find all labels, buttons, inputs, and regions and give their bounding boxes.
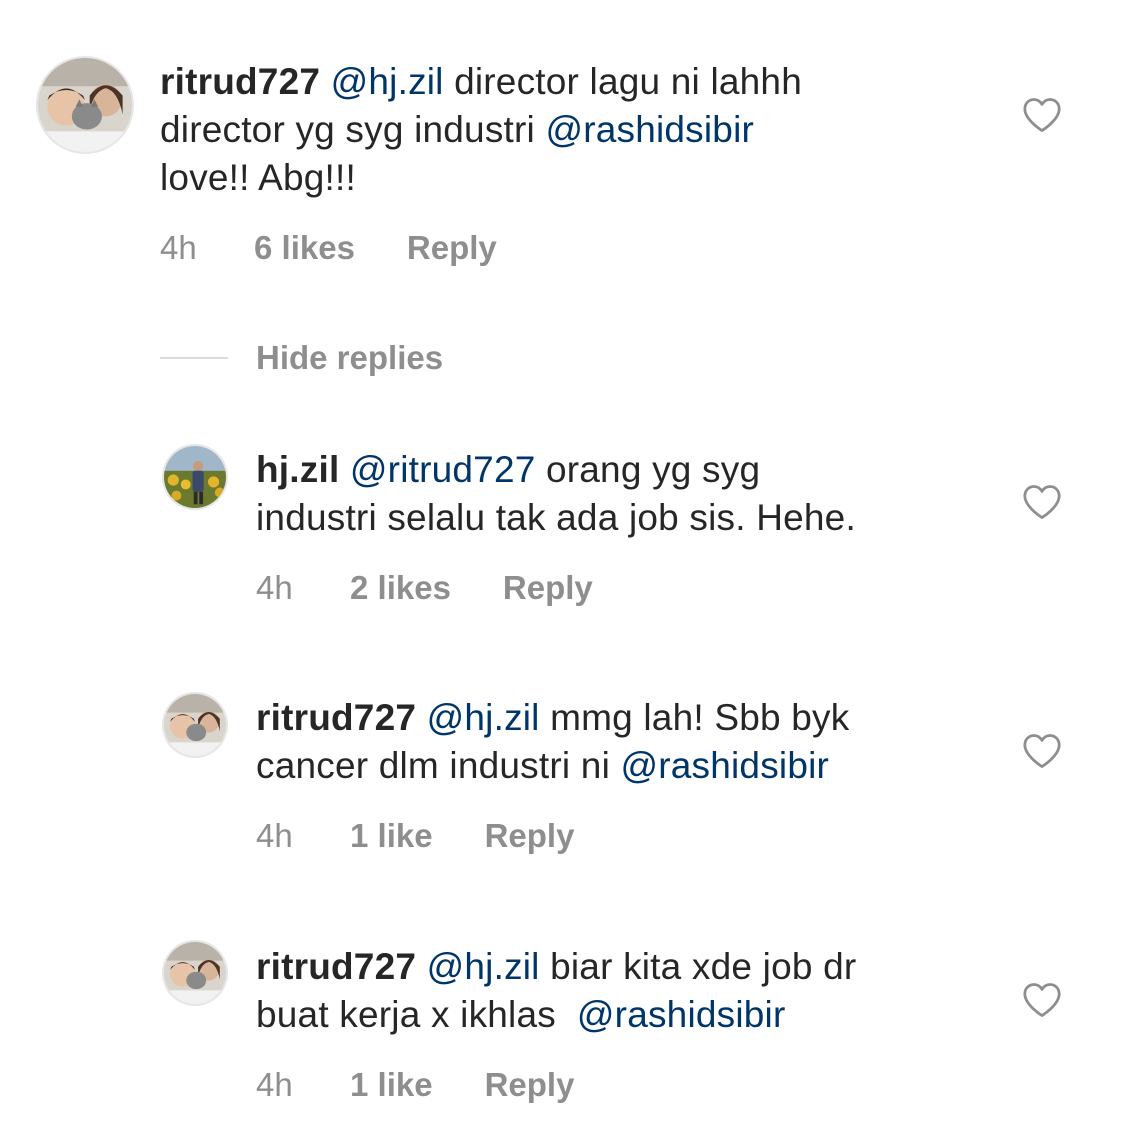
reply-button[interactable]: Reply bbox=[503, 569, 593, 607]
avatar-hj-zil[interactable] bbox=[164, 446, 226, 508]
comment-body: ritrud727 @hj.zil director lagu ni lahhh… bbox=[160, 58, 1020, 202]
comment-likes[interactable]: 2 likes bbox=[350, 569, 451, 607]
reply-button[interactable]: Reply bbox=[485, 1066, 575, 1104]
heart-outline-icon[interactable] bbox=[1022, 733, 1062, 769]
comment-username[interactable]: ritrud727 bbox=[256, 946, 416, 987]
comment-meta: 4h 1 like Reply bbox=[256, 816, 574, 856]
comment-likes[interactable]: 1 like bbox=[350, 817, 433, 855]
comment-body: hj.zil @ritrud727 orang yg syg industri … bbox=[256, 446, 1016, 542]
avatar-man-sunflower-field-image bbox=[164, 446, 226, 508]
comment-body: ritrud727 @hj.zil mmg lah! Sbb byk cance… bbox=[256, 694, 1016, 790]
avatar-kids-with-cat-image bbox=[164, 694, 226, 756]
comment-text: love!! Abg!!! bbox=[160, 157, 356, 198]
comment-body: ritrud727 @hj.zil biar kita xde job dr b… bbox=[256, 943, 1016, 1039]
comment-meta: 4h 2 likes Reply bbox=[256, 568, 593, 608]
avatar-kids-with-cat-image bbox=[164, 942, 226, 1004]
mention-link[interactable]: @hj.zil bbox=[331, 61, 444, 102]
avatar-ritrud727[interactable] bbox=[38, 58, 132, 152]
comment-time: 4h bbox=[256, 569, 293, 606]
heart-outline-icon[interactable] bbox=[1022, 97, 1062, 133]
heart-outline-icon[interactable] bbox=[1022, 982, 1062, 1018]
hide-replies-toggle[interactable]: Hide replies bbox=[160, 336, 443, 380]
hide-replies-divider bbox=[160, 357, 228, 359]
avatar-kids-with-cat-image bbox=[38, 58, 132, 152]
comment-time: 4h bbox=[256, 1066, 293, 1103]
comment-likes[interactable]: 1 like bbox=[350, 1066, 433, 1104]
reply-button[interactable]: Reply bbox=[407, 229, 497, 267]
avatar-ritrud727[interactable] bbox=[164, 942, 226, 1004]
comment-username[interactable]: ritrud727 bbox=[160, 61, 320, 102]
mention-link[interactable]: @ritrud727 bbox=[350, 449, 536, 490]
mention-link[interactable]: @rashidsibir bbox=[545, 109, 754, 150]
comment-username[interactable]: hj.zil bbox=[256, 449, 339, 490]
mention-link[interactable]: @hj.zil bbox=[427, 946, 540, 987]
comment-meta: 4h 6 likes Reply bbox=[160, 228, 497, 268]
mention-link[interactable]: @rashidsibir bbox=[620, 745, 829, 786]
comment-username[interactable]: ritrud727 bbox=[256, 697, 416, 738]
mention-link[interactable]: @hj.zil bbox=[427, 697, 540, 738]
comment-time: 4h bbox=[160, 229, 197, 266]
reply-button[interactable]: Reply bbox=[485, 817, 575, 855]
hide-replies-label[interactable]: Hide replies bbox=[256, 339, 443, 377]
comment-text: orang yg syg industri selalu tak ada job… bbox=[256, 449, 856, 538]
comment-time: 4h bbox=[256, 817, 293, 854]
avatar-ritrud727[interactable] bbox=[164, 694, 226, 756]
mention-link[interactable]: @rashidsibir bbox=[577, 994, 786, 1035]
comment-likes[interactable]: 6 likes bbox=[254, 229, 355, 267]
comment-meta: 4h 1 like Reply bbox=[256, 1065, 574, 1105]
heart-outline-icon[interactable] bbox=[1022, 484, 1062, 520]
